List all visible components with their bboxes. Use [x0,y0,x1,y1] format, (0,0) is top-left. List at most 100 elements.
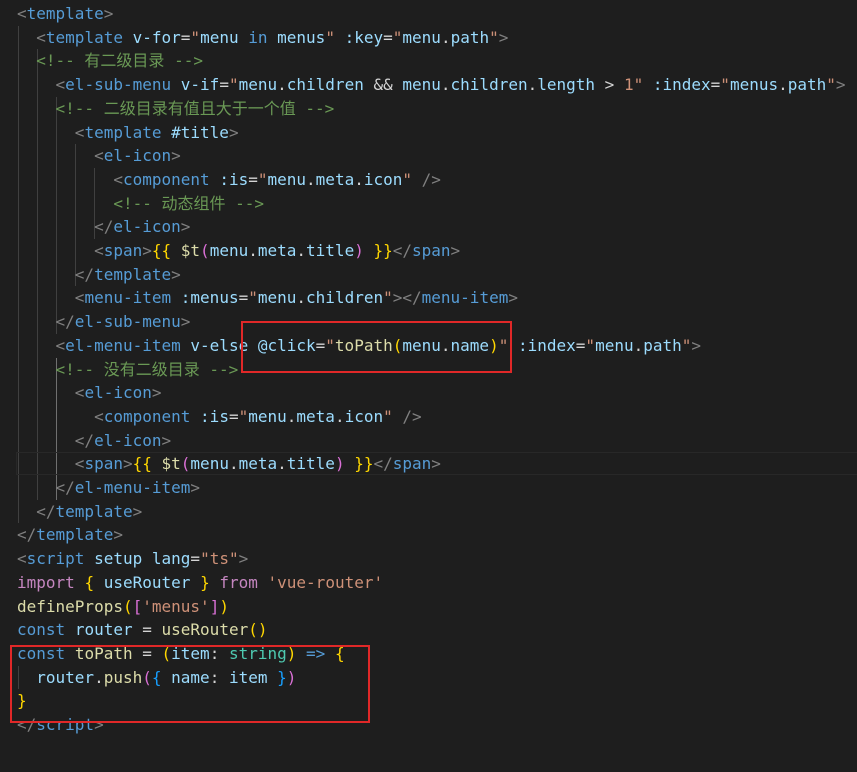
code-line[interactable]: </el-sub-menu> [17,310,191,334]
code-token: . [277,454,287,474]
code-line[interactable]: <span>{{ $t(menu.meta.title) }}</span> [16,452,857,476]
code-line[interactable]: <!-- 没有二级目录 --> [17,358,239,382]
code-line[interactable]: import { useRouter } from 'vue-router' [17,571,383,595]
code-token: " [826,75,836,95]
code-editor[interactable]: <template> <template v-for="menu in menu… [0,0,857,772]
code-line[interactable]: <template> [17,2,113,26]
code-token: lang [151,549,191,569]
code-line[interactable]: <menu-item :menus="menu.children"></menu… [17,286,518,310]
code-token: menu [209,241,249,260]
code-token: <!-- 二级目录有值且大于一个值 --> [55,98,335,118]
code-line[interactable]: defineProps(['menus']) [17,595,229,619]
code-token: el-icon [113,217,181,237]
code-line[interactable]: <component :is="menu.meta.icon" /> [17,405,422,429]
code-token: el-icon [84,383,152,403]
code-line[interactable]: <!-- 动态组件 --> [17,192,264,216]
code-line[interactable]: </el-icon> [17,429,171,453]
code-line[interactable]: <template #title> [17,121,239,145]
code-token: el-menu-item [74,478,191,497]
code-line[interactable]: </template> [17,263,181,287]
code-line[interactable]: const router = useRouter() [17,618,268,642]
code-token: component [122,169,210,189]
code-token: el-sub-menu [65,75,172,95]
code-token: > [431,454,441,474]
code-token: setup [94,549,143,569]
code-token: < [17,549,27,569]
code-token: template [55,501,133,521]
code-token: </ [392,241,413,260]
highlight-box-click-handler [241,321,512,373]
code-token: span [103,241,143,260]
code-token: " [238,406,249,426]
code-line[interactable]: </template> [17,500,142,524]
code-token: menu [200,27,239,47]
code-token: children [450,75,528,95]
code-token: < [55,75,66,95]
code-token: </ [36,501,56,521]
code-token: < [74,122,85,142]
code-token: . [228,454,239,474]
code-token: menus [277,27,326,47]
code-token: v-if [180,75,220,95]
code-token: $t [161,454,181,474]
code-line[interactable]: </el-icon> [17,215,190,239]
code-token: < [113,169,123,189]
code-line[interactable]: <!-- 二级目录有值且大于一个值 --> [17,97,335,121]
code-token: " [257,169,268,189]
code-token: . [354,169,364,189]
code-token: > [171,264,181,284]
code-token: </ [74,264,95,284]
code-token: v-for [132,27,181,47]
code-token: ) [219,596,229,616]
code-line[interactable]: <script setup lang="ts"> [17,547,248,571]
code-line[interactable]: <span>{{ $t(menu.meta.title) }}</span> [17,239,460,263]
code-line[interactable]: <el-icon> [17,381,162,405]
code-line[interactable]: <el-icon> [17,144,181,168]
code-token: </ [55,312,75,332]
code-token: " [228,75,239,95]
code-token: span [392,454,432,474]
code-token: useRouter [161,620,249,640]
code-token: meta [315,169,355,189]
code-token: . [778,75,788,95]
code-line[interactable]: </el-menu-item> [17,476,201,500]
code-token: path [643,335,682,355]
code-token: ) [257,620,268,640]
code-token: < [17,4,27,23]
code-token: = [575,335,586,355]
code-token: template [26,4,104,23]
code-token: "ts" [200,549,239,569]
code-token: }} [354,454,374,474]
code-token: meta [257,241,297,260]
code-token: 'vue-router' [267,572,384,592]
code-line[interactable]: <el-sub-menu v-if="menu.children && menu… [17,73,846,97]
code-token: . [440,27,451,47]
code-token: > [180,217,191,237]
code-token: :is [200,406,229,426]
code-line[interactable]: <component :is="menu.meta.icon" /> [17,168,441,192]
code-line[interactable]: <!-- 有二级目录 --> [17,49,203,73]
code-token: defineProps [17,596,123,616]
code-line[interactable]: </template> [17,523,123,547]
code-token: script [26,549,85,569]
code-token: $t [180,241,201,260]
code-line[interactable]: <template v-for="menu in menus" :key="me… [17,26,508,50]
code-token: el-icon [103,146,172,166]
code-token: < [74,288,85,308]
